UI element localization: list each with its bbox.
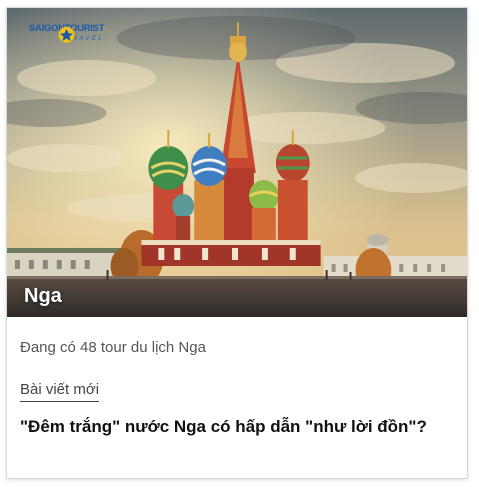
st-basils-cathedral-illustration	[7, 8, 467, 317]
lotus-icon	[58, 26, 75, 43]
destination-title[interactable]: Nga	[24, 285, 62, 308]
destination-hero-image[interactable]: SAIGONTOURIST TRAVEL Nga	[7, 8, 467, 317]
saigontourist-logo: SAIGONTOURIST TRAVEL	[29, 24, 104, 43]
destination-card: SAIGONTOURIST TRAVEL Nga Đang có 48 tour…	[6, 7, 468, 479]
card-body: Đang có 48 tour du lịch Nga Bài viết mới…	[7, 339, 467, 439]
tab-new-articles[interactable]: Bài viết mới	[20, 381, 100, 402]
article-title-link[interactable]: "Đêm trắng" nước Nga có hấp dẫn "như lời…	[20, 414, 454, 439]
tour-count-text: Đang có 48 tour du lịch Nga	[20, 339, 206, 356]
